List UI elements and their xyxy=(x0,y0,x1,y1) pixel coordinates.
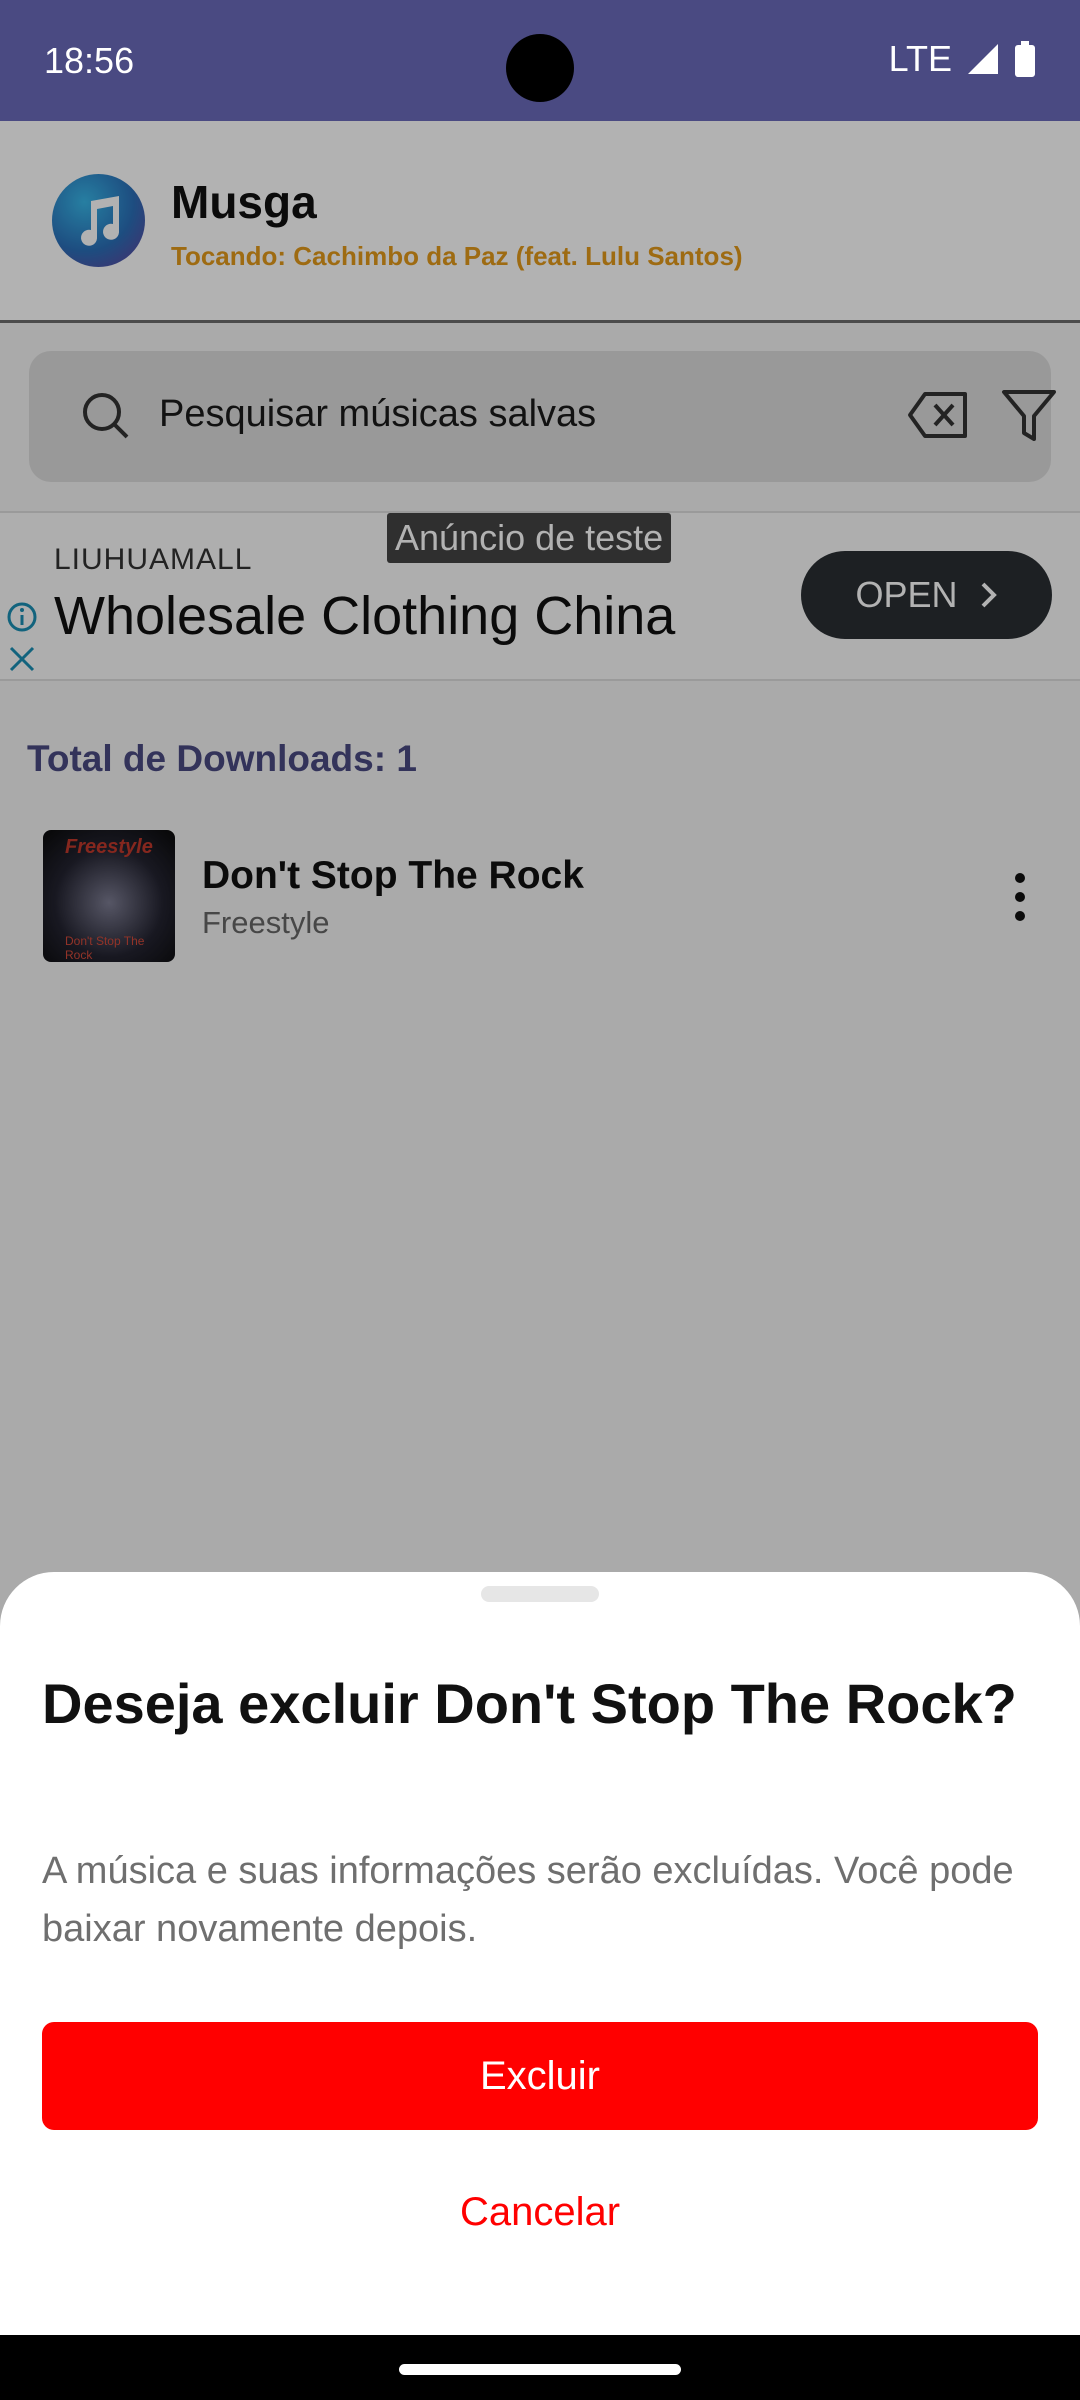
home-gesture-bar[interactable] xyxy=(399,2364,681,2375)
network-type: LTE xyxy=(888,38,952,79)
navigation-bar xyxy=(0,2335,1080,2400)
app-screen: 18:56 LTE Musga Tocando: Cachimbo da Paz… xyxy=(0,0,1080,2335)
camera-cutout xyxy=(506,34,574,102)
drag-handle[interactable] xyxy=(481,1586,599,1602)
signal-icon xyxy=(968,44,998,74)
delete-button[interactable]: Excluir xyxy=(42,2022,1038,2130)
status-icons: LTE xyxy=(889,38,1036,80)
dialog-message: A música e suas informações serão excluí… xyxy=(42,1850,1014,1950)
status-time: 18:56 xyxy=(44,40,135,81)
battery-icon xyxy=(1015,41,1035,77)
delete-bottom-sheet: Deseja excluir Don't Stop The Rock? A mú… xyxy=(0,1572,1080,2335)
status-bar: 18:56 LTE xyxy=(0,0,1080,121)
dialog-title: Deseja excluir Don't Stop The Rock? xyxy=(42,1672,1017,1735)
cancel-button[interactable]: Cancelar xyxy=(42,2172,1038,2252)
